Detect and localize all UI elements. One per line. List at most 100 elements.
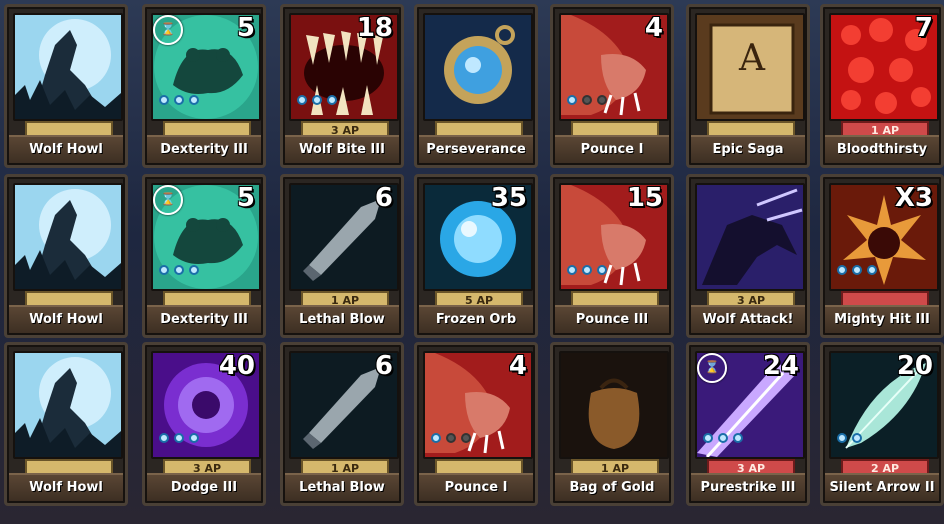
- card-cost: 6: [374, 183, 393, 213]
- card-name: Silent Arrow II: [825, 473, 939, 501]
- card-bag-of-gold[interactable]: 1 AP Bag of Gold: [550, 342, 674, 506]
- pip-icon: [312, 95, 322, 105]
- card-wolf-howl[interactable]: Wolf Howl: [4, 174, 128, 338]
- upgrade-pips: [703, 433, 743, 443]
- pip-icon: [597, 265, 607, 275]
- card-grid: Wolf Howl ⌛ 5 Dexterity III 18 3 AP Wolf Bite …: [0, 0, 944, 524]
- card-epic-saga[interactable]: A Epic Saga: [686, 4, 810, 168]
- upgrade-pips: [159, 265, 199, 275]
- card-purestrike-iii[interactable]: ⌛ 24 3 AP Purestrike III: [686, 342, 810, 506]
- card-wolf-attack-[interactable]: 3 AP Wolf Attack!: [686, 174, 810, 338]
- card-cost: 6: [374, 351, 393, 381]
- card-art: [13, 13, 123, 121]
- card-art: [13, 183, 123, 291]
- pip-icon: [852, 265, 862, 275]
- card-lethal-blow[interactable]: 61 AP Lethal Blow: [280, 342, 404, 506]
- pip-icon: [867, 265, 877, 275]
- upgrade-pips: [567, 95, 607, 105]
- card-art: [559, 351, 669, 459]
- card-name: Wolf Attack!: [691, 305, 805, 333]
- card-cost: 40: [218, 351, 255, 381]
- timer-icon: ⌛: [153, 185, 183, 215]
- upgrade-pips: [431, 433, 471, 443]
- card-art: [423, 13, 533, 121]
- card-name: Epic Saga: [691, 135, 805, 163]
- card-cost: X3: [894, 183, 933, 213]
- card-wolf-bite-iii[interactable]: 18 3 AP Wolf Bite III: [280, 4, 404, 168]
- pip-icon: [174, 265, 184, 275]
- card-name: Dodge III: [147, 473, 261, 501]
- pip-icon: [174, 433, 184, 443]
- upgrade-pips: [159, 433, 199, 443]
- card-name: Frozen Orb: [419, 305, 533, 333]
- card-bloodthirsty[interactable]: 71 AP Bloodthirsty: [820, 4, 944, 168]
- card-name: Dexterity III: [147, 305, 261, 333]
- card-art: [695, 183, 805, 291]
- card-dexterity-iii[interactable]: ⌛ 5 Dexterity III: [142, 174, 266, 338]
- pip-icon: [582, 95, 592, 105]
- card-name: Dexterity III: [147, 135, 261, 163]
- card-dexterity-iii[interactable]: ⌛ 5 Dexterity III: [142, 4, 266, 168]
- card-pounce-i[interactable]: 4 Pounce I: [550, 4, 674, 168]
- card-cost: 5: [236, 183, 255, 213]
- upgrade-pips: [297, 95, 337, 105]
- card-cost: 18: [356, 13, 393, 43]
- card-silent-arrow-ii[interactable]: 20 2 AP Silent Arrow II: [820, 342, 944, 506]
- card-pounce-i[interactable]: 4 Pounce I: [414, 342, 538, 506]
- card-name: Purestrike III: [691, 473, 805, 501]
- pip-icon: [446, 433, 456, 443]
- card-wolf-howl[interactable]: Wolf Howl: [4, 342, 128, 506]
- pip-icon: [597, 95, 607, 105]
- pip-icon: [718, 433, 728, 443]
- card-name: Bloodthirsty: [825, 135, 939, 163]
- card-name: Wolf Bite III: [285, 135, 399, 163]
- card-name: Perseverance: [419, 135, 533, 163]
- pip-icon: [461, 433, 471, 443]
- card-frozen-orb[interactable]: 35 5 AP Frozen Orb: [414, 174, 538, 338]
- card-name: Pounce I: [419, 473, 533, 501]
- card-mighty-hit-iii[interactable]: X3 Mighty Hit III: [820, 174, 944, 338]
- card-wolf-howl[interactable]: Wolf Howl: [4, 4, 128, 168]
- pip-icon: [174, 95, 184, 105]
- card-cost: 4: [508, 351, 527, 381]
- card-name: Wolf Howl: [9, 473, 123, 501]
- timer-icon: ⌛: [153, 15, 183, 45]
- pip-icon: [431, 433, 441, 443]
- card-pounce-iii[interactable]: 15 Pounce III: [550, 174, 674, 338]
- pip-icon: [703, 433, 713, 443]
- pip-icon: [189, 433, 199, 443]
- pip-icon: [733, 433, 743, 443]
- pip-icon: [837, 265, 847, 275]
- card-name: Mighty Hit III: [825, 305, 939, 333]
- upgrade-pips: [567, 265, 607, 275]
- pip-icon: [159, 265, 169, 275]
- card-cost: 20: [896, 351, 933, 381]
- pip-icon: [189, 265, 199, 275]
- upgrade-pips: [837, 433, 862, 443]
- card-cost: 24: [762, 351, 799, 381]
- card-lethal-blow[interactable]: 61 AP Lethal Blow: [280, 174, 404, 338]
- card-cost: 35: [490, 183, 527, 213]
- card-name: Pounce III: [555, 305, 669, 333]
- upgrade-pips: [159, 95, 199, 105]
- pip-icon: [159, 433, 169, 443]
- card-art: A: [695, 13, 805, 121]
- pip-icon: [567, 95, 577, 105]
- card-name: Lethal Blow: [285, 473, 399, 501]
- card-name: Wolf Howl: [9, 135, 123, 163]
- card-dodge-iii[interactable]: 40 3 AP Dodge III: [142, 342, 266, 506]
- card-name: Bag of Gold: [555, 473, 669, 501]
- card-name: Lethal Blow: [285, 305, 399, 333]
- svg-text:A: A: [738, 38, 766, 79]
- pip-icon: [159, 95, 169, 105]
- pip-icon: [837, 433, 847, 443]
- card-cost: 15: [626, 183, 663, 213]
- card-cost: 5: [236, 13, 255, 43]
- card-name: Pounce I: [555, 135, 669, 163]
- card-art: [13, 351, 123, 459]
- upgrade-pips: [837, 265, 877, 275]
- card-cost: 4: [644, 13, 663, 43]
- pip-icon: [567, 265, 577, 275]
- card-perseverance[interactable]: Perseverance: [414, 4, 538, 168]
- timer-icon: ⌛: [697, 353, 727, 383]
